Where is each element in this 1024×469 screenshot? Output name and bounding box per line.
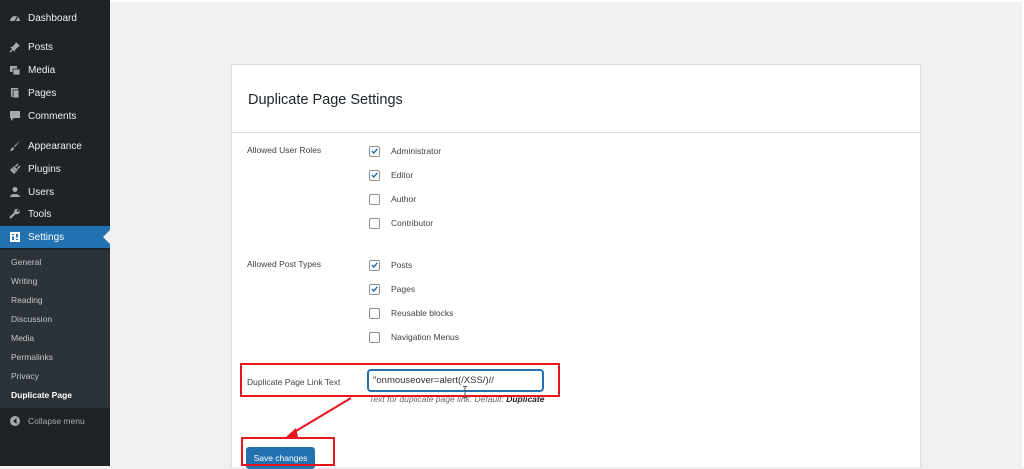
annotation-arrow (286, 397, 352, 437)
text-cursor-icon (463, 386, 467, 398)
screen: Dashboard Posts Media Pages Comments App… (0, 0, 1024, 469)
